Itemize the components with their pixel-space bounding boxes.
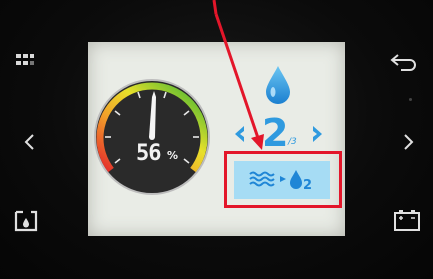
annotation-arrow	[212, 0, 264, 150]
